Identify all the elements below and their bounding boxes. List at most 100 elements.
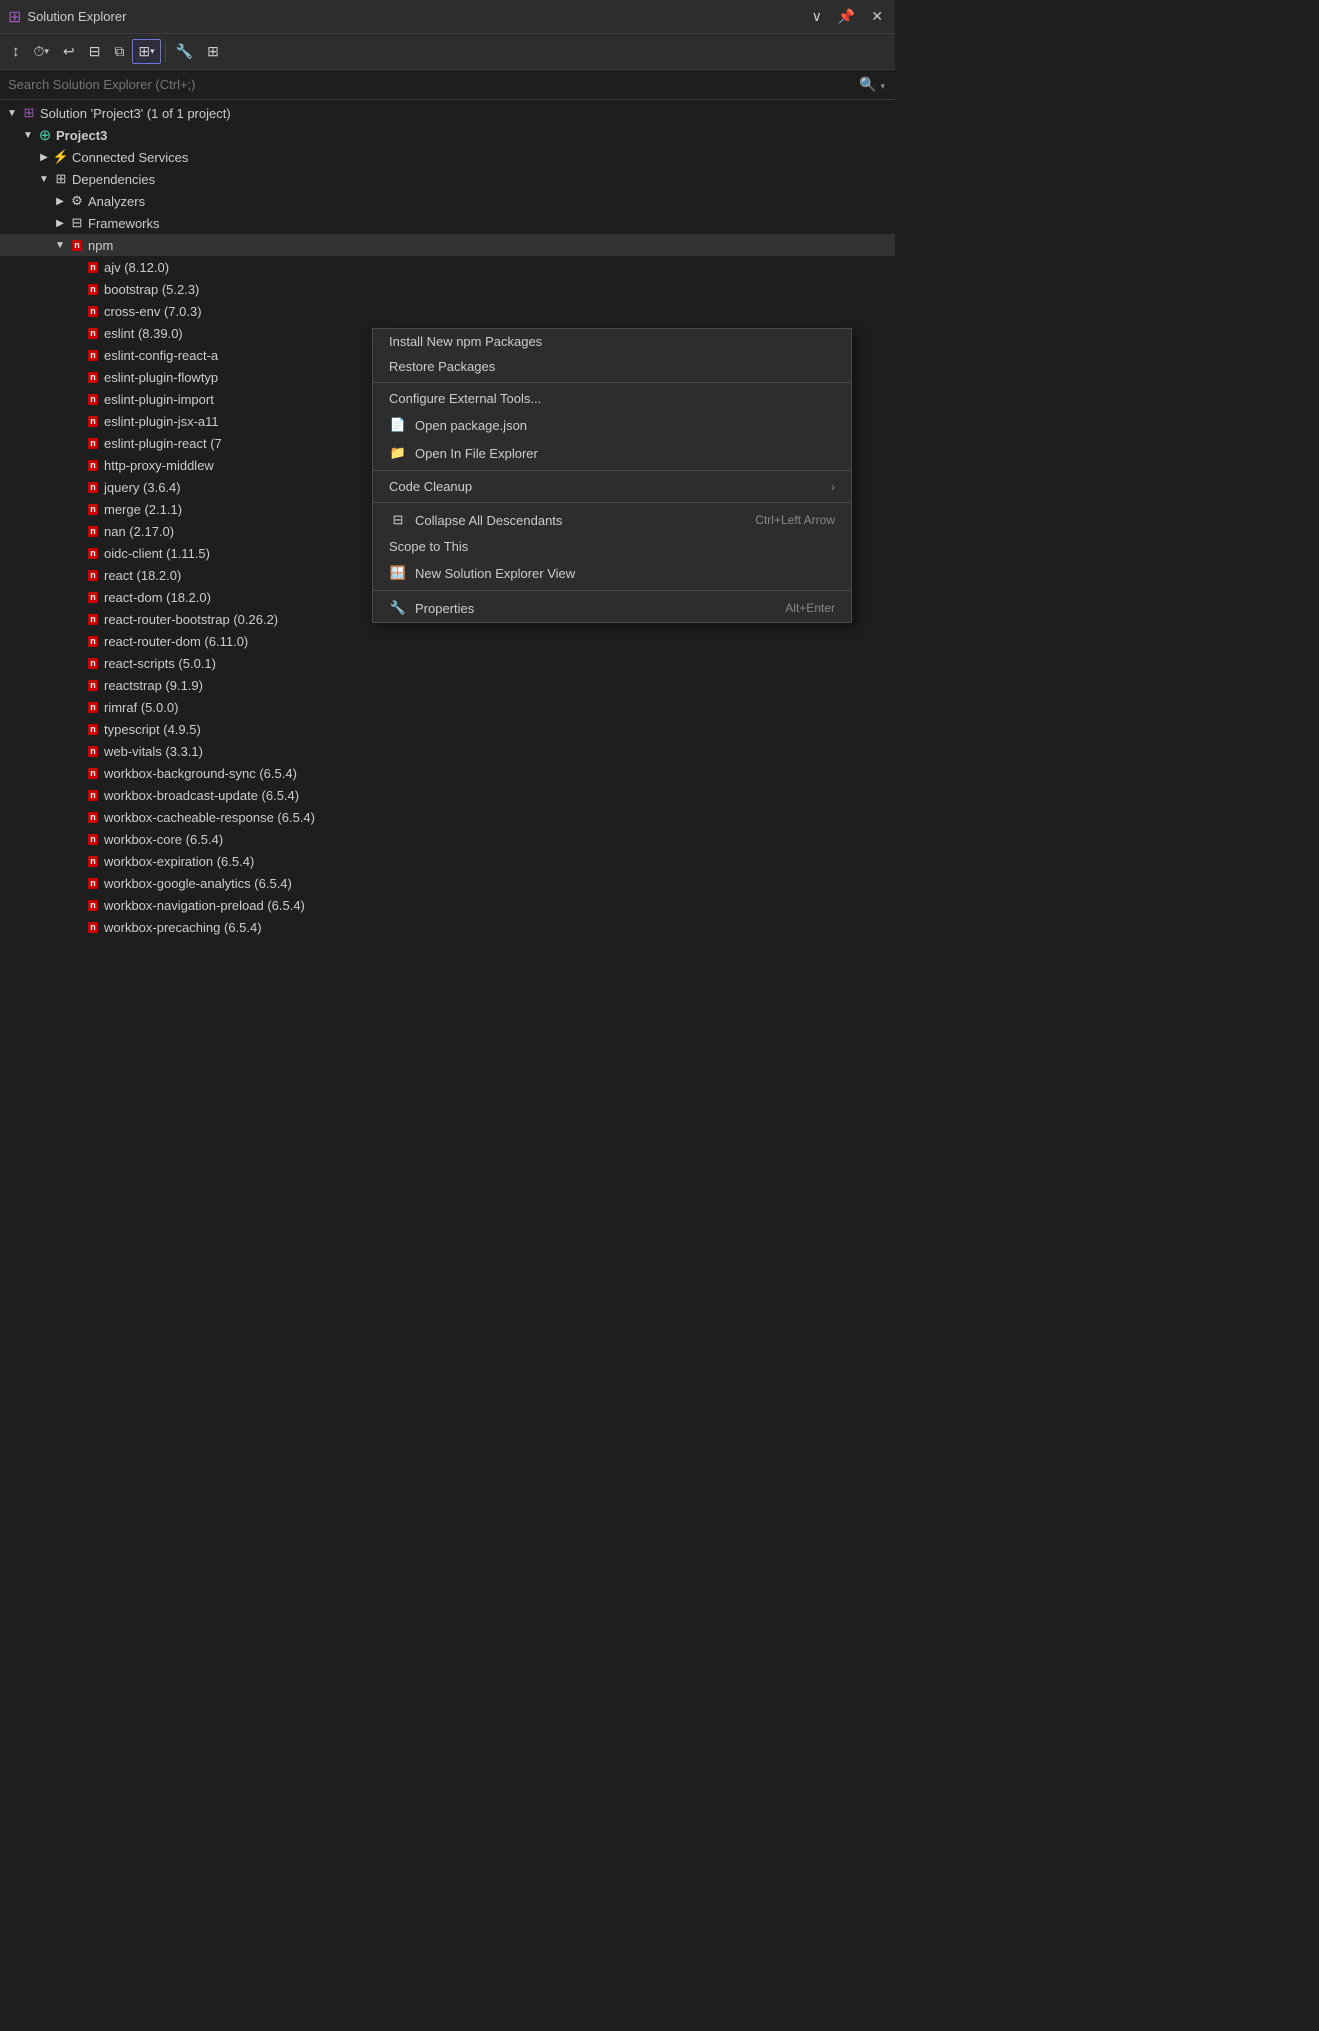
package-label: workbox-precaching (6.5.4)	[104, 920, 262, 935]
package-label: react (18.2.0)	[104, 568, 181, 583]
package-npm-icon: n	[84, 830, 102, 848]
close-button[interactable]: ✕	[867, 6, 887, 27]
ctx-configure-tools[interactable]: Configure External Tools...	[373, 386, 851, 411]
package-item[interactable]: ▶ n web-vitals (3.3.1)	[0, 740, 895, 762]
ctx-open-package-json-label: Open package.json	[415, 418, 527, 433]
ctx-new-solution-view[interactable]: 🪟 New Solution Explorer View	[373, 559, 851, 587]
ctx-separator-4	[373, 590, 851, 591]
package-item[interactable]: ▶ n reactstrap (9.1.9)	[0, 674, 895, 696]
package-npm-icon: n	[84, 280, 102, 298]
ctx-restore-label: Restore Packages	[389, 359, 495, 374]
dropdown-arrow-icon: ▾	[44, 46, 49, 57]
package-label: reactstrap (9.1.9)	[104, 678, 203, 693]
package-npm-icon: n	[84, 500, 102, 518]
package-npm-icon: n	[84, 478, 102, 496]
ctx-collapse-all[interactable]: ⊟ Collapse All Descendants Ctrl+Left Arr…	[373, 506, 851, 534]
npm-item[interactable]: ▼ n npm	[0, 234, 895, 256]
ctx-new-solution-view-icon: 🪟	[389, 564, 407, 582]
ctx-code-cleanup-label: Code Cleanup	[389, 479, 472, 494]
package-label: web-vitals (3.3.1)	[104, 744, 203, 759]
frameworks-label: Frameworks	[88, 216, 160, 231]
package-label: eslint (8.39.0)	[104, 326, 183, 341]
connected-services-label: Connected Services	[72, 150, 188, 165]
ctx-code-cleanup[interactable]: Code Cleanup ›	[373, 474, 851, 499]
switch-view-dropdown-icon: ▾	[150, 46, 155, 57]
package-label: react-scripts (5.0.1)	[104, 656, 216, 671]
switch-view-button[interactable]: ⊞ ▾	[132, 39, 160, 64]
package-npm-icon: n	[84, 588, 102, 606]
package-item[interactable]: ▶ n workbox-broadcast-update (6.5.4)	[0, 784, 895, 806]
search-dropdown-icon: ▾	[880, 81, 885, 91]
package-item[interactable]: ▶ n rimraf (5.0.0)	[0, 696, 895, 718]
package-item[interactable]: ▶ n workbox-precaching (6.5.4)	[0, 916, 895, 938]
new-view-button[interactable]: ⧉	[108, 39, 130, 64]
package-label: typescript (4.9.5)	[104, 722, 201, 737]
analyzers-item[interactable]: ▶ ⚙ Analyzers	[0, 190, 895, 212]
package-item[interactable]: ▶ n workbox-core (6.5.4)	[0, 828, 895, 850]
package-item[interactable]: ▶ n workbox-cacheable-response (6.5.4)	[0, 806, 895, 828]
ctx-separator-3	[373, 502, 851, 503]
switch-view-icon: ⊞	[138, 43, 150, 60]
package-item[interactable]: ▶ n typescript (4.9.5)	[0, 718, 895, 740]
search-button[interactable]: 🔍 ▾	[857, 74, 887, 95]
package-item[interactable]: ▶ n workbox-google-analytics (6.5.4)	[0, 872, 895, 894]
package-label: react-router-bootstrap (0.26.2)	[104, 612, 278, 627]
npm-label: npm	[88, 238, 113, 253]
tree-view: ▼ ⊞ Solution 'Project3' (1 of 1 project)…	[0, 100, 895, 1372]
solution-item[interactable]: ▼ ⊞ Solution 'Project3' (1 of 1 project)	[0, 102, 895, 124]
package-npm-icon: n	[84, 896, 102, 914]
preview-button[interactable]: ⊞	[201, 39, 225, 64]
settings-button[interactable]: 🔧	[170, 39, 199, 64]
package-label: react-router-dom (6.11.0)	[104, 634, 248, 649]
package-item[interactable]: ▶ n cross-env (7.0.3)	[0, 300, 895, 322]
package-npm-icon: n	[84, 654, 102, 672]
collapse-icon: ⊟	[89, 43, 101, 60]
package-npm-icon: n	[84, 258, 102, 276]
ctx-open-file-explorer[interactable]: 📁 Open In File Explorer	[373, 439, 851, 467]
package-npm-icon: n	[84, 764, 102, 782]
package-item[interactable]: ▶ n react-scripts (5.0.1)	[0, 652, 895, 674]
package-label: workbox-broadcast-update (6.5.4)	[104, 788, 299, 803]
package-npm-icon: n	[84, 852, 102, 870]
preview-icon: ⊞	[207, 43, 219, 60]
ctx-scope-to-this[interactable]: Scope to This	[373, 534, 851, 559]
search-input[interactable]	[8, 77, 851, 92]
package-item[interactable]: ▶ n workbox-expiration (6.5.4)	[0, 850, 895, 872]
solution-explorer-icon: ⊞	[8, 7, 21, 27]
history-icon: ⏱	[34, 43, 45, 60]
dependencies-item[interactable]: ▼ ⊞ Dependencies	[0, 168, 895, 190]
frameworks-item[interactable]: ▶ ⊟ Frameworks	[0, 212, 895, 234]
package-npm-icon: n	[84, 390, 102, 408]
ctx-properties[interactable]: 🔧 Properties Alt+Enter	[373, 594, 851, 622]
ctx-open-package-json[interactable]: 📄 Open package.json	[373, 411, 851, 439]
title-bar-left: ⊞ Solution Explorer	[8, 7, 126, 27]
ctx-install-npm[interactable]: Install New npm Packages	[373, 329, 851, 354]
package-item[interactable]: ▶ n workbox-background-sync (6.5.4)	[0, 762, 895, 784]
back-button[interactable]: ↩	[57, 39, 81, 64]
ctx-install-npm-label: Install New npm Packages	[389, 334, 542, 349]
analyzers-expand-icon: ▶	[52, 193, 68, 209]
package-label: http-proxy-middlew	[104, 458, 214, 473]
ctx-separator-2	[373, 470, 851, 471]
package-item[interactable]: ▶ n workbox-navigation-preload (6.5.4)	[0, 894, 895, 916]
minimize-button[interactable]: ∨	[808, 6, 826, 27]
package-item[interactable]: ▶ n ajv (8.12.0)	[0, 256, 895, 278]
frameworks-expand-icon: ▶	[52, 215, 68, 231]
project-icon: ⊕	[36, 126, 54, 144]
ctx-restore[interactable]: Restore Packages	[373, 354, 851, 379]
project-item[interactable]: ▼ ⊕ Project3	[0, 124, 895, 146]
sync-button[interactable]: ↕	[6, 39, 26, 64]
pin-button[interactable]: 📌	[834, 6, 859, 27]
package-item[interactable]: ▶ n react-router-dom (6.11.0)	[0, 630, 895, 652]
search-icon: 🔍	[859, 76, 876, 92]
package-label: bootstrap (5.2.3)	[104, 282, 199, 297]
collapse-button[interactable]: ⊟	[83, 39, 107, 64]
package-item[interactable]: ▶ n bootstrap (5.2.3)	[0, 278, 895, 300]
analyzers-label: Analyzers	[88, 194, 145, 209]
history-button[interactable]: ⏱ ▾	[28, 39, 55, 64]
dependencies-label: Dependencies	[72, 172, 155, 187]
connected-services-item[interactable]: ▶ ⚡ Connected Services	[0, 146, 895, 168]
package-npm-icon: n	[84, 566, 102, 584]
package-npm-icon: n	[84, 522, 102, 540]
package-label: eslint-plugin-react (7	[104, 436, 222, 451]
